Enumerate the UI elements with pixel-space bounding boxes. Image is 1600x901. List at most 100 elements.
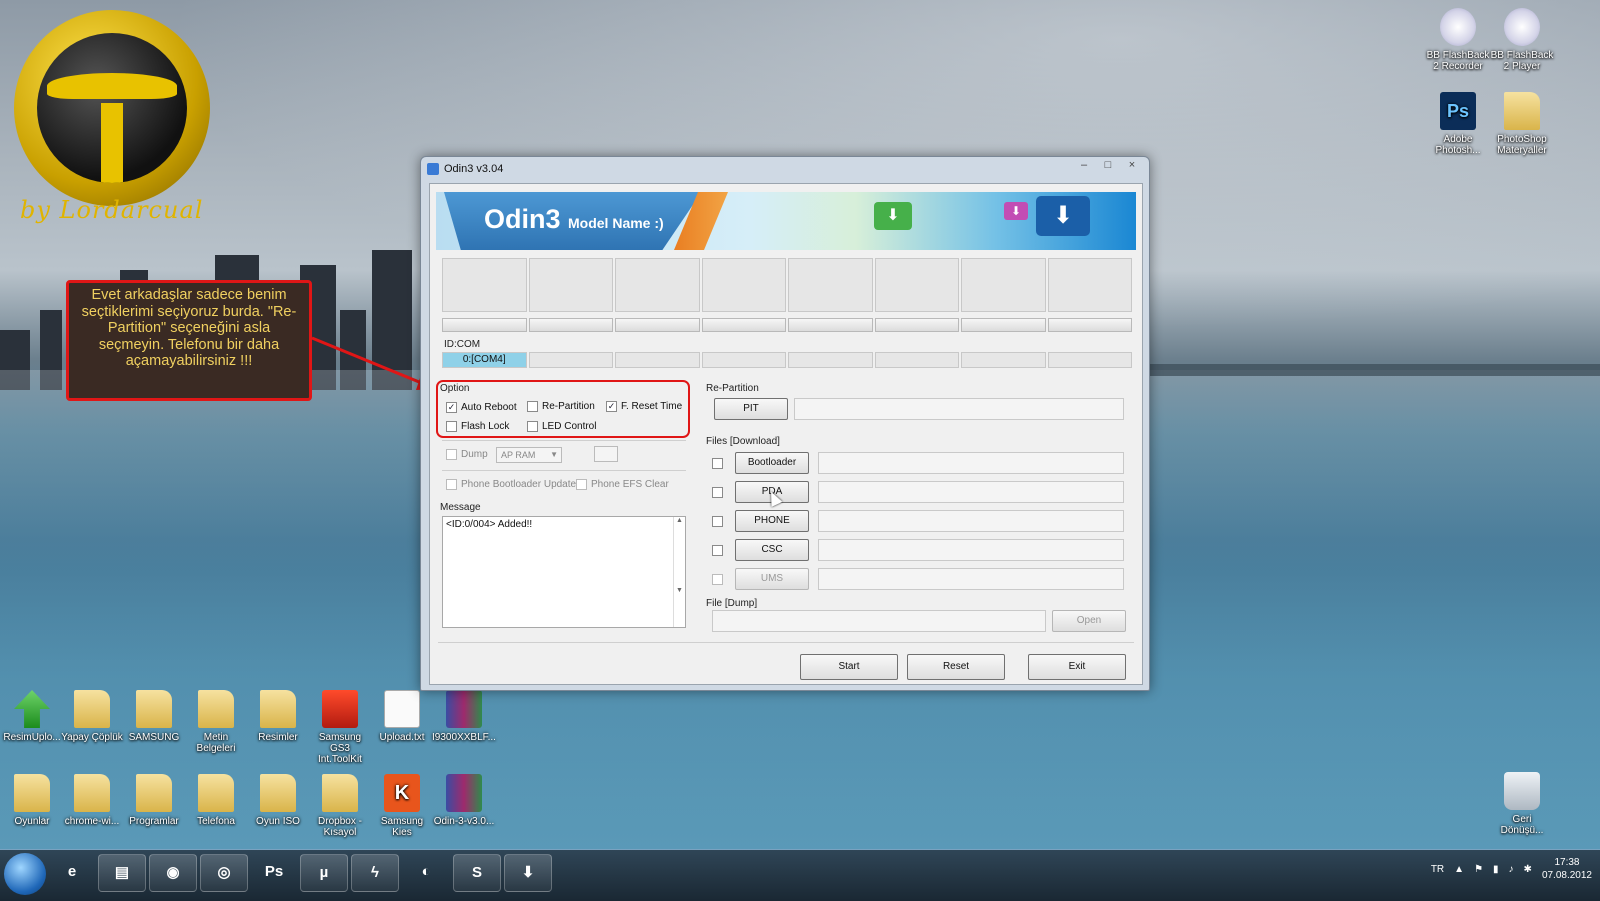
message-text: <ID:0/004> Added!! bbox=[446, 519, 533, 530]
desktop-icon-samsung-kies[interactable]: K Samsung Kies bbox=[370, 774, 434, 838]
phone-button[interactable]: PHONE bbox=[735, 510, 809, 532]
dropbox-folder-icon bbox=[322, 774, 358, 812]
folder-icon bbox=[14, 774, 50, 812]
clock-time: 17:38 bbox=[1554, 857, 1580, 868]
message-log[interactable]: <ID:0/004> Added!! ▲ ▼ bbox=[442, 516, 686, 628]
action-center-icon[interactable]: ⚑ bbox=[1474, 864, 1483, 875]
exit-button[interactable]: Exit bbox=[1028, 654, 1126, 680]
folder-icon bbox=[136, 690, 172, 728]
odin-taskbar-icon[interactable]: ⬇ bbox=[504, 854, 552, 892]
banner-model-name: Model Name :) bbox=[568, 215, 664, 231]
desktop-icon-resimupload[interactable]: ResimUplo... bbox=[0, 690, 64, 743]
archive-icon bbox=[446, 774, 482, 812]
system-tray: TR ▲ ⚑ ▮ ♪ ✱ 17:38 07.08.2012 bbox=[1431, 856, 1592, 882]
device-slots bbox=[442, 258, 1132, 312]
desktop-icon-oyunlar[interactable]: Oyunlar bbox=[0, 774, 64, 827]
bootloader-checkbox[interactable] bbox=[712, 458, 723, 469]
folder-icon bbox=[260, 690, 296, 728]
kies-icon: K bbox=[384, 774, 420, 812]
desktop-icon-chrome-wi[interactable]: chrome-wi... bbox=[60, 774, 124, 827]
network-icon[interactable]: ▮ bbox=[1493, 864, 1499, 875]
clock-date: 07.08.2012 bbox=[1541, 870, 1592, 881]
folder-icon bbox=[260, 774, 296, 812]
csc-button[interactable]: CSC bbox=[735, 539, 809, 561]
language-indicator[interactable]: TR bbox=[1431, 864, 1444, 875]
folder-icon bbox=[136, 774, 172, 812]
utorrent-taskbar-icon[interactable]: µ bbox=[300, 854, 348, 892]
photoshop-taskbar-icon[interactable]: Ps bbox=[250, 854, 298, 892]
open-button[interactable]: Open bbox=[1052, 610, 1126, 632]
dump-checkbox[interactable]: Dump bbox=[446, 449, 488, 460]
ums-button[interactable]: UMS bbox=[735, 568, 809, 590]
ums-path-field[interactable] bbox=[818, 568, 1124, 590]
photoshop-icon: Ps bbox=[1440, 92, 1476, 130]
phone-path-field[interactable] bbox=[818, 510, 1124, 532]
desktop-icon-photoshop[interactable]: Ps Adobe Photosh... bbox=[1426, 92, 1490, 156]
desktop-icon-oyun-iso[interactable]: Oyun ISO bbox=[246, 774, 310, 827]
firefox-taskbar-icon[interactable]: ◐ bbox=[402, 854, 450, 892]
title-bar[interactable]: Odin3 v3.04 bbox=[421, 157, 1149, 181]
desktop-icon-yapay-copluk[interactable]: Yapay Çöplük bbox=[60, 690, 124, 743]
com-port-cell bbox=[961, 352, 1046, 368]
pda-checkbox[interactable] bbox=[712, 487, 723, 498]
phone-efs-clear-checkbox[interactable]: Phone EFS Clear bbox=[576, 479, 669, 490]
desktop-icon-bb-player[interactable]: BB FlashBack 2 Player bbox=[1490, 8, 1554, 72]
pit-path-field[interactable] bbox=[794, 398, 1124, 420]
close-button[interactable]: × bbox=[1121, 159, 1143, 173]
desktop-icon-odin-archive[interactable]: Odin-3-v3.0... bbox=[432, 774, 496, 827]
volume-icon[interactable]: ♪ bbox=[1509, 864, 1514, 875]
option-highlight-box bbox=[436, 380, 690, 438]
desktop-icon-recycle-bin[interactable]: Geri Dönüşü... bbox=[1490, 772, 1554, 836]
desktop-icon-photoshop-materyaller[interactable]: PhotoShop Materyaller bbox=[1490, 92, 1554, 156]
wallpaper-horizon bbox=[1150, 364, 1600, 376]
desktop-logo bbox=[14, 10, 210, 206]
csc-checkbox[interactable] bbox=[712, 545, 723, 556]
skype-taskbar-icon[interactable]: S bbox=[453, 854, 501, 892]
desktop-icon-bb-recorder[interactable]: BB FlashBack 2 Recorder bbox=[1426, 8, 1490, 72]
show-hidden-icons-icon[interactable]: ▲ bbox=[1454, 864, 1464, 875]
minimize-button[interactable]: – bbox=[1073, 159, 1095, 173]
bluetooth-icon[interactable]: ✱ bbox=[1524, 864, 1532, 875]
desktop-icon-telefona[interactable]: Telefona bbox=[184, 774, 248, 827]
ie-taskbar-icon[interactable]: e bbox=[48, 854, 96, 892]
download-icon: ⬇ bbox=[874, 202, 912, 230]
desktop-icon-dropbox[interactable]: Dropbox - Kısayol bbox=[308, 774, 372, 838]
com-port-cell bbox=[874, 352, 959, 368]
phone-bootloader-update-checkbox[interactable]: Phone Bootloader Update bbox=[446, 479, 576, 490]
flash-taskbar-icon[interactable]: ϟ bbox=[351, 854, 399, 892]
desktop-icon-metin-belgeleri[interactable]: Metin Belgeleri bbox=[184, 690, 248, 754]
message-scrollbar[interactable]: ▲ ▼ bbox=[673, 517, 685, 627]
ums-checkbox[interactable] bbox=[712, 574, 723, 585]
phone-checkbox[interactable] bbox=[712, 516, 723, 527]
media-taskbar-icon[interactable]: ◉ bbox=[149, 854, 197, 892]
explorer-taskbar-icon[interactable]: ▤ bbox=[98, 854, 146, 892]
toolkit-icon bbox=[322, 690, 358, 728]
desktop-icon-firmware-archive[interactable]: I9300XXBLF... bbox=[432, 690, 496, 743]
idcom-label: ID:COM bbox=[444, 339, 481, 350]
desktop-icon-resimler[interactable]: Resimler bbox=[246, 690, 310, 743]
odin-banner: Odin3 Model Name :) ⬇ ⬇ ⬇ bbox=[436, 192, 1136, 250]
player-icon bbox=[1504, 8, 1540, 46]
com-port-cell bbox=[788, 352, 873, 368]
chrome-taskbar-icon[interactable]: ◎ bbox=[200, 854, 248, 892]
start-button[interactable] bbox=[4, 853, 46, 895]
reset-button[interactable]: Reset bbox=[907, 654, 1005, 680]
desktop-icon-samsung[interactable]: SAMSUNG bbox=[122, 690, 186, 743]
csc-path-field[interactable] bbox=[818, 539, 1124, 561]
pda-path-field[interactable] bbox=[818, 481, 1124, 503]
dump-path-field[interactable] bbox=[712, 610, 1046, 632]
dump-source-select[interactable]: AP RAM ▼ bbox=[496, 447, 562, 463]
desktop-icon-upload-txt[interactable]: Upload.txt bbox=[370, 690, 434, 743]
download-icon: ⬇ bbox=[1036, 196, 1090, 236]
desktop-icon-toolkit[interactable]: Samsung GS3 Int.ToolKit bbox=[308, 690, 372, 765]
pit-button[interactable]: PIT bbox=[714, 398, 788, 420]
desktop-icon-programlar[interactable]: Programlar bbox=[122, 774, 186, 827]
start-button[interactable]: Start bbox=[800, 654, 898, 680]
clock[interactable]: 17:38 07.08.2012 bbox=[1542, 856, 1592, 882]
maximize-button[interactable]: □ bbox=[1097, 159, 1119, 173]
folder-icon bbox=[198, 690, 234, 728]
bootloader-path-field[interactable] bbox=[818, 452, 1124, 474]
com-port-cell: 0:[COM4] bbox=[442, 352, 527, 368]
files-download-label: Files [Download] bbox=[706, 436, 780, 447]
bootloader-button[interactable]: Bootloader bbox=[735, 452, 809, 474]
